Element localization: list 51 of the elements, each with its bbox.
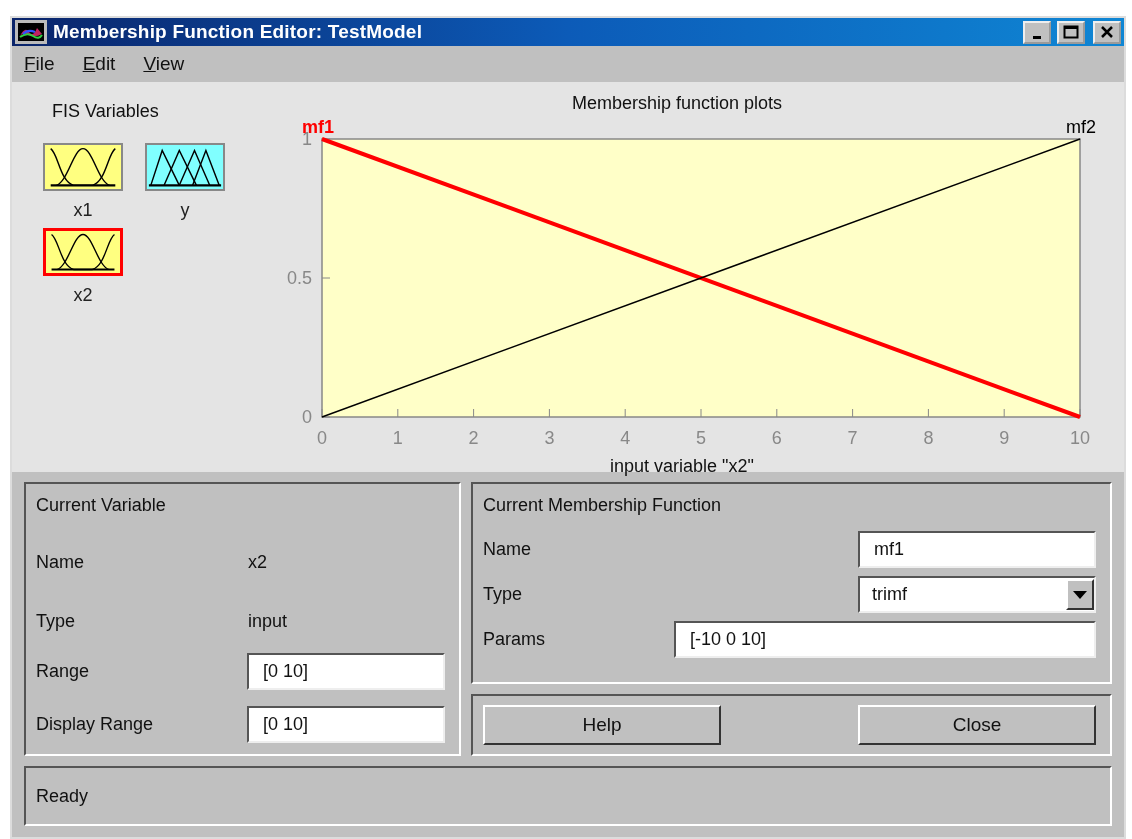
tick-label: 0: [317, 428, 327, 448]
close-icon: [1100, 25, 1114, 39]
variable-button[interactable]: x2: [42, 228, 124, 309]
series-label: mf2: [1066, 117, 1096, 137]
plot-title: Membership function plots: [572, 92, 783, 115]
tick-label: 7: [847, 428, 858, 448]
panel-title: Current Membership Function: [483, 494, 723, 517]
tick-label: 3: [544, 428, 555, 448]
tick-label: 0: [302, 407, 312, 427]
variable-button[interactable]: y: [144, 143, 226, 224]
tick-label: 10: [1070, 428, 1090, 448]
field-value: input: [248, 610, 288, 633]
field-label: Name: [483, 538, 531, 561]
range-field[interactable]: [0 10]: [247, 653, 445, 690]
menu-item[interactable]: Edit: [82, 49, 116, 79]
variable-button[interactable]: x1: [42, 143, 124, 224]
field-label: Params: [483, 628, 545, 651]
tick-label: 0.5: [286, 268, 312, 288]
params-field[interactable]: [-10 0 10]: [674, 621, 1096, 658]
field-label: Type: [483, 583, 523, 606]
section-label: FIS Variables: [51, 100, 160, 123]
field-label: Type: [36, 610, 77, 633]
field-label: Display Range: [36, 713, 154, 736]
axis-label: input variable "x2": [610, 455, 754, 478]
close-button[interactable]: [1093, 20, 1121, 44]
window-title: Membership Function Editor: TestModel: [53, 19, 424, 44]
tick-label: 2: [468, 428, 479, 448]
field-label: Range: [36, 660, 90, 683]
field-label: Name: [36, 551, 85, 574]
tick-label: 1: [392, 428, 403, 448]
minimize-icon: [1033, 35, 1041, 39]
minimize-button[interactable]: [1023, 20, 1051, 44]
dialog-button[interactable]: Close: [858, 705, 1096, 745]
dialog-button[interactable]: Help: [483, 705, 721, 745]
display-range-field[interactable]: [0 10]: [247, 706, 445, 743]
menu-item[interactable]: View: [143, 49, 185, 79]
field-value: x2: [248, 551, 267, 574]
tick-label: 4: [620, 428, 631, 448]
dropdown-arrow-icon: [1073, 590, 1087, 599]
type-dropdown[interactable]: trimf: [858, 576, 1096, 613]
tick-label: 6: [771, 428, 782, 448]
maximize-icon: [1063, 25, 1079, 39]
tick-label: 8: [923, 428, 934, 448]
status-text: Ready: [36, 784, 89, 808]
tick-label: 9: [999, 428, 1010, 448]
name-field[interactable]: mf1: [858, 531, 1096, 568]
app-icon: [15, 20, 47, 44]
menu-item[interactable]: File: [24, 49, 55, 79]
panel-title: Current Variable: [36, 494, 167, 517]
tick-label: 5: [696, 428, 706, 448]
maximize-button[interactable]: [1057, 20, 1085, 44]
